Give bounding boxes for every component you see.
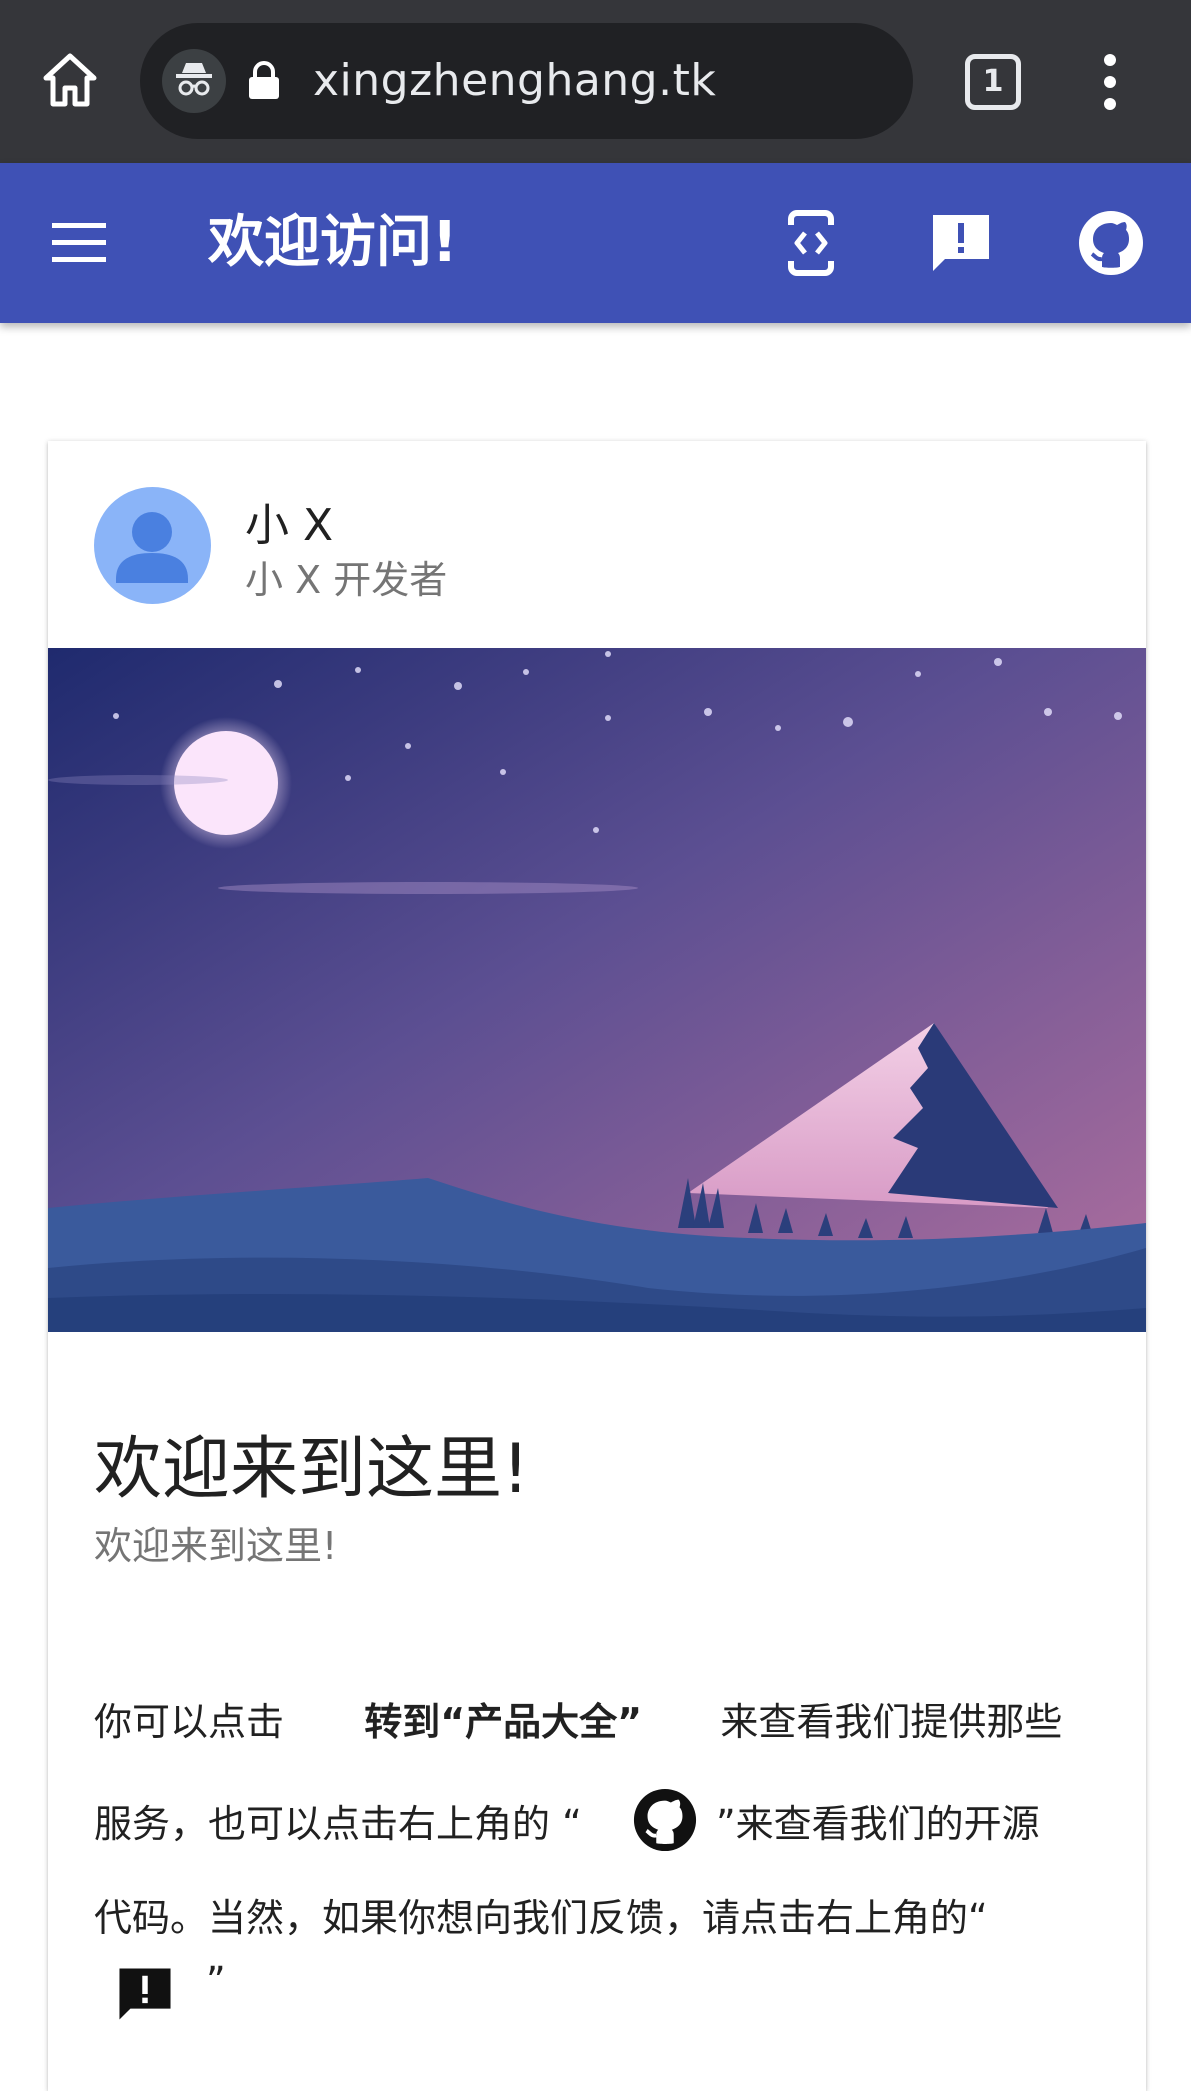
author-name: 小 X	[245, 500, 334, 551]
github-icon[interactable]	[1077, 209, 1145, 277]
body-line-4: ”	[206, 1959, 226, 2003]
tab-switcher-icon[interactable]: 1	[965, 54, 1021, 110]
address-bar[interactable]: xingzhenghang.tk	[140, 23, 913, 139]
code-icon[interactable]	[777, 209, 845, 277]
lock-icon	[246, 61, 282, 101]
home-icon[interactable]	[40, 50, 100, 110]
avatar	[94, 487, 211, 604]
menu-icon[interactable]	[50, 219, 110, 267]
body-text: 服务，也可以点击右上角的 “	[94, 1802, 582, 1846]
more-vert-icon[interactable]	[1100, 52, 1120, 112]
app-title: 欢迎访问!	[208, 210, 458, 275]
body-text: ”来查看我们的开源	[715, 1802, 1040, 1846]
github-icon	[632, 1787, 698, 1853]
url-text[interactable]: xingzhenghang.tk	[313, 53, 716, 109]
hero-image	[48, 648, 1146, 1332]
body-line-1: 你可以点击 转到“产品大全” 来查看我们提供那些	[94, 1691, 1062, 1746]
feedback-icon[interactable]	[927, 209, 995, 277]
body-line-2: 服务，也可以点击右上角的 “ ”来查看我们的开源	[94, 1793, 1040, 1848]
app-bar: 欢迎访问!	[0, 163, 1191, 323]
subhead: 欢迎来到这里!	[94, 1524, 338, 1568]
feedback-icon	[114, 1963, 176, 2025]
welcome-card: 小 X 小 X 开发者 欢迎来到这里! 欢迎来到这里! 你可以点击 转到“产品大…	[48, 441, 1146, 2091]
products-link[interactable]: 转到“产品大全”	[364, 1700, 642, 1744]
author-role: 小 X 开发者	[245, 558, 448, 602]
headline: 欢迎来到这里!	[94, 1430, 530, 1509]
body-text: 你可以点击	[94, 1700, 285, 1744]
incognito-icon	[162, 49, 226, 113]
body-line-3: 代码。当然，如果你想向我们反馈，请点击右上角的“	[94, 1896, 988, 1940]
browser-toolbar: xingzhenghang.tk 1	[0, 0, 1191, 163]
body-text: 来查看我们提供那些	[720, 1700, 1063, 1744]
